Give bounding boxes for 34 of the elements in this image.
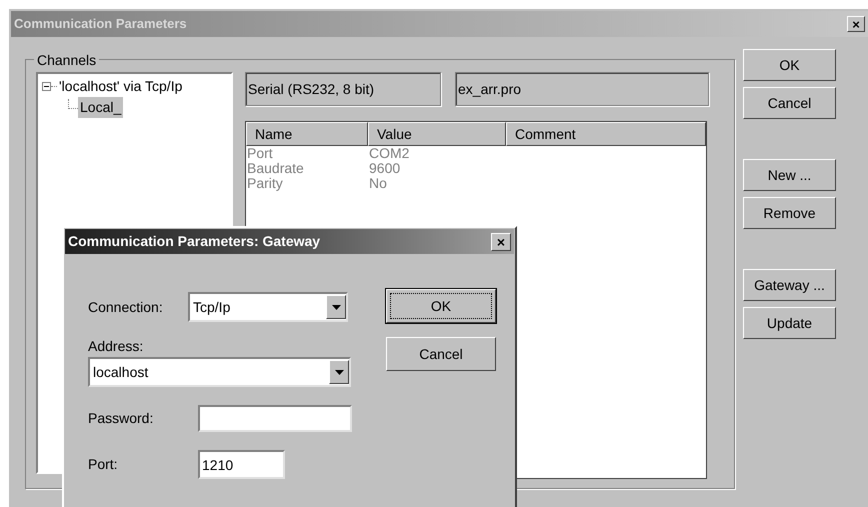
- dialog-button[interactable]: Cancel: [386, 337, 496, 371]
- dropdown-field[interactable]: localhost: [88, 357, 351, 387]
- field-label: Password:: [88, 409, 154, 428]
- field-label: Connection:: [88, 298, 164, 316]
- tree-item[interactable]: Local_: [78, 97, 124, 118]
- info-field: Serial (RS232, 8 bit): [245, 72, 441, 106]
- tree-item[interactable]: 'localhost' via Tcp/Ip: [57, 76, 184, 97]
- info-field: ex_arr.pro: [455, 72, 709, 106]
- port-field[interactable]: 1210: [198, 450, 285, 479]
- table-cell-text: Parity: [246, 176, 284, 191]
- window-title: Communication Parameters: [14, 15, 187, 34]
- column-header[interactable]: Name: [246, 122, 368, 146]
- dropdown-field[interactable]: Tcp/Ip: [188, 292, 348, 322]
- dialog-button[interactable]: Gateway ...: [743, 269, 836, 301]
- dialog-button[interactable]: Cancel: [743, 87, 836, 119]
- dialog-title: Communication Parameters: Gateway: [68, 232, 320, 251]
- close-button[interactable]: ×: [491, 232, 511, 250]
- dialog-button[interactable]: OK: [386, 289, 496, 323]
- close-button[interactable]: ×: [847, 16, 865, 32]
- table-cell-text: 9600: [368, 161, 402, 176]
- dialog-button[interactable]: OK: [743, 49, 836, 81]
- collapse-toggle-icon[interactable]: [42, 82, 51, 91]
- dialog-button[interactable]: Update: [743, 307, 836, 339]
- dialog-button[interactable]: Remove: [743, 197, 836, 229]
- table-cell-text: Port: [246, 146, 274, 161]
- table-cell-text: No: [368, 176, 388, 191]
- dialog-button[interactable]: New ...: [743, 159, 836, 191]
- table-cell-text: Baudrate: [246, 161, 305, 176]
- table-cell-text: COM2: [368, 146, 410, 161]
- field-label: Address:: [88, 337, 144, 356]
- column-header[interactable]: Comment: [506, 122, 706, 146]
- password-field[interactable]: [198, 405, 352, 432]
- column-header[interactable]: Value: [368, 122, 506, 146]
- field-label: Port:: [88, 455, 119, 474]
